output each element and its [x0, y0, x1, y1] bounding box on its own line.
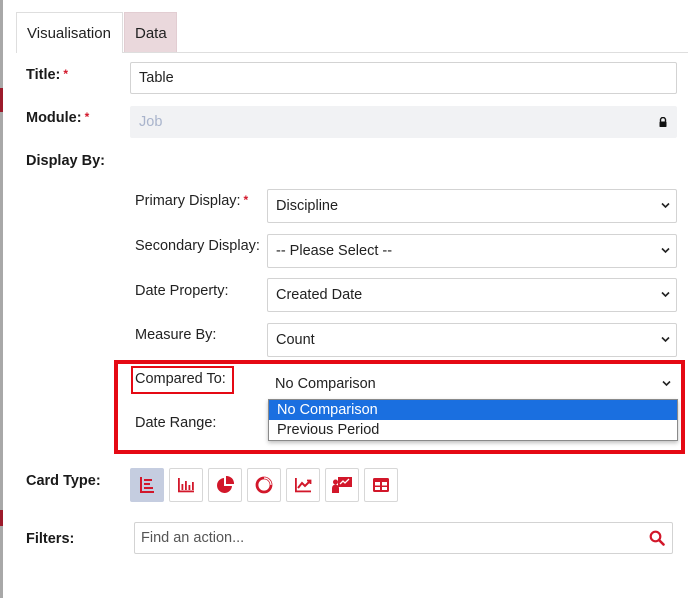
chevron-down-icon: [661, 202, 670, 209]
display-by-label: Display By:: [26, 153, 105, 169]
annotation-label-highlight: [131, 366, 234, 394]
filters-search-box: [134, 522, 673, 554]
filters-label: Filters:: [26, 531, 75, 547]
card-type-bar-chart[interactable]: [169, 468, 203, 502]
tab-divider: [123, 52, 688, 53]
grid-table-icon: [373, 478, 389, 492]
primary-display-label-text: Primary Display:: [135, 193, 241, 209]
card-type-pie-chart[interactable]: [208, 468, 242, 502]
module-input: Job: [130, 106, 677, 138]
module-input-value: Job: [139, 114, 163, 130]
measure-by-select[interactable]: Count: [267, 323, 677, 357]
secondary-display-select[interactable]: -- Please Select --: [267, 234, 677, 268]
chevron-down-icon: [661, 247, 670, 254]
tab-visualisation[interactable]: Visualisation: [16, 12, 123, 53]
card-type-line-chart[interactable]: [286, 468, 320, 502]
card-type-options: [130, 468, 403, 502]
search-icon[interactable]: [649, 530, 665, 546]
table-list-icon: [140, 477, 154, 493]
measure-by-label: Measure By:: [135, 327, 217, 343]
presentation-icon: [332, 477, 352, 493]
chevron-down-icon: [661, 291, 670, 298]
date-property-select[interactable]: Created Date: [267, 278, 677, 312]
title-input-value: Table: [139, 70, 174, 86]
measure-by-value: Count: [276, 332, 315, 348]
secondary-display-value: -- Please Select --: [276, 243, 393, 259]
required-mark: *: [84, 110, 90, 124]
tab-data[interactable]: Data: [124, 12, 177, 53]
module-label: Module: *: [26, 110, 89, 126]
left-edge-accent: [0, 510, 3, 526]
bar-chart-icon: [178, 478, 194, 493]
date-property-value: Created Date: [276, 287, 363, 303]
donut-chart-icon: [255, 476, 273, 494]
title-input[interactable]: Table: [130, 62, 677, 94]
filters-search-input[interactable]: [135, 523, 647, 553]
date-property-label: Date Property:: [135, 283, 229, 299]
primary-display-value: Discipline: [276, 198, 339, 214]
card-type-presentation[interactable]: [325, 468, 359, 502]
line-chart-icon: [295, 478, 312, 493]
card-type-table-list[interactable]: [130, 468, 164, 502]
primary-display-select[interactable]: Discipline: [267, 189, 677, 223]
secondary-display-label: Secondary Display:: [135, 238, 260, 254]
module-label-text: Module:: [26, 110, 82, 126]
pie-chart-icon: [217, 475, 235, 493]
primary-display-label: Primary Display: *: [135, 193, 248, 209]
card-type-grid-table[interactable]: [364, 468, 398, 502]
chevron-down-icon: [661, 336, 670, 343]
left-edge-accent: [0, 88, 3, 112]
required-mark: *: [243, 193, 249, 207]
lock-icon: [659, 117, 667, 127]
title-label: Title: *: [26, 67, 68, 83]
card-type-label: Card Type:: [26, 473, 101, 489]
required-mark: *: [63, 67, 69, 81]
title-label-text: Title:: [26, 67, 61, 83]
card-type-donut-chart[interactable]: [247, 468, 281, 502]
